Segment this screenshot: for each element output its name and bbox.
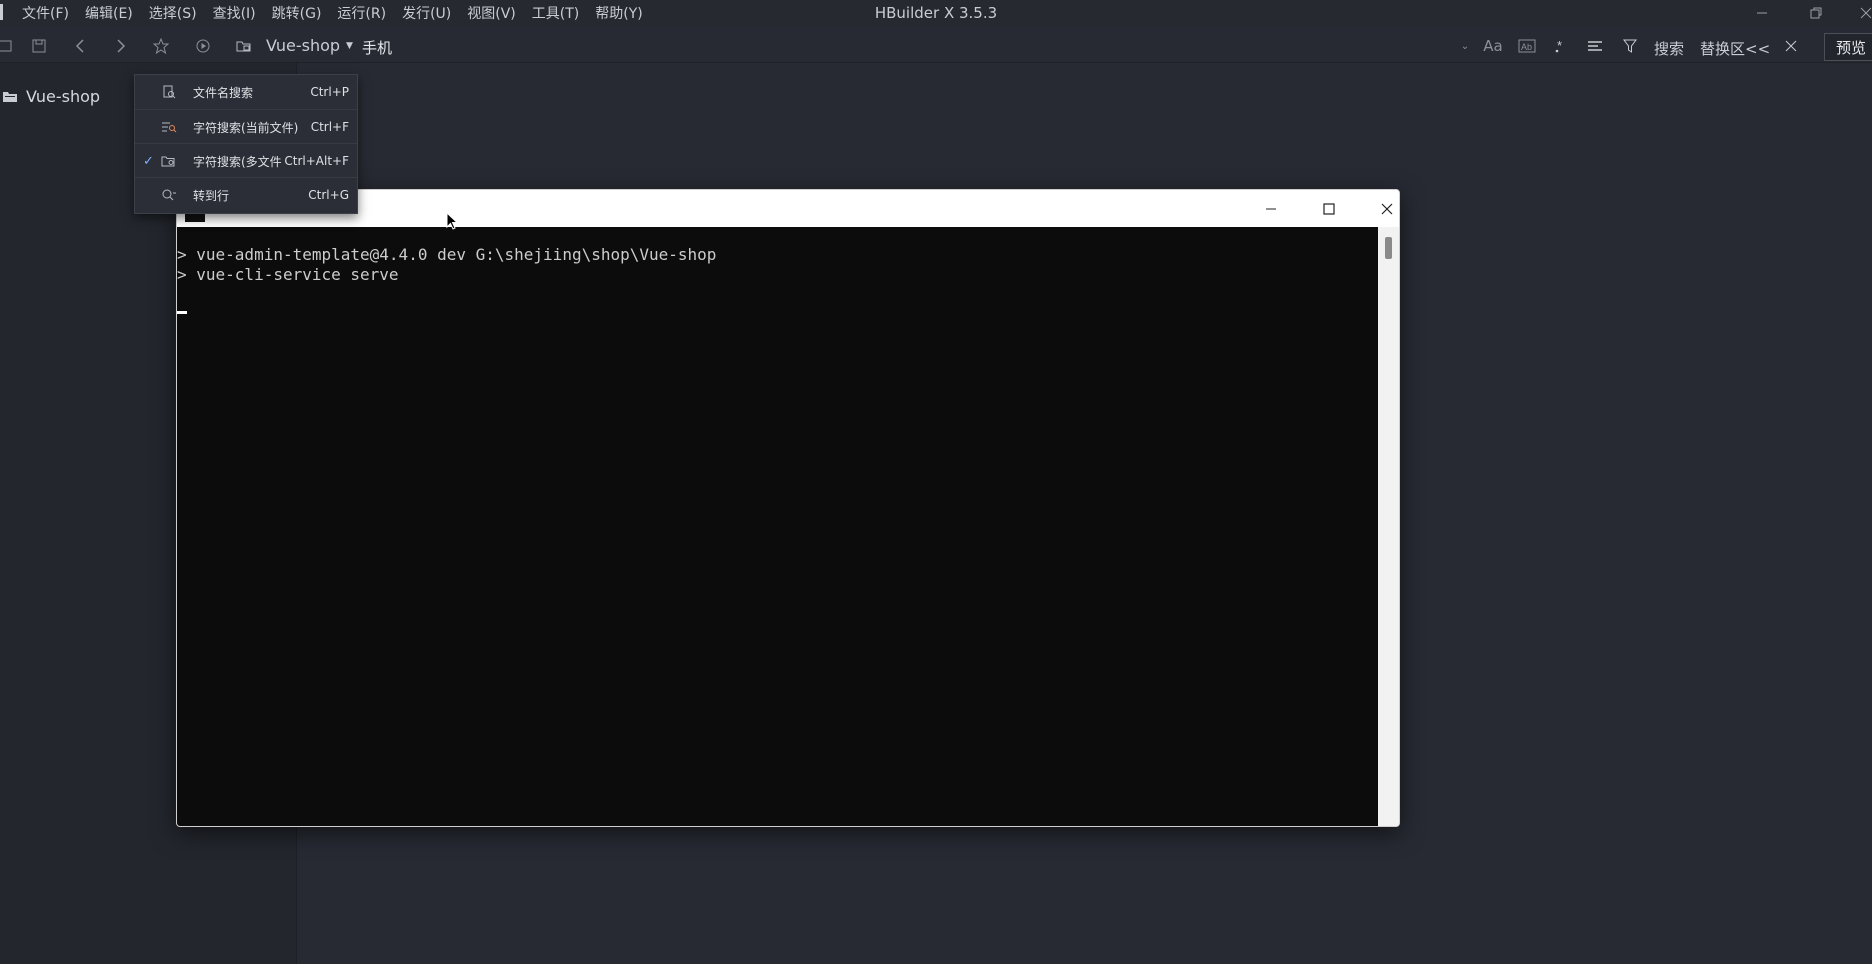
terminal-line: > vue-admin-template@4.4.0 dev G:\shejii…	[177, 245, 717, 264]
menu-item-shortcut: Ctrl+Alt+F	[284, 154, 349, 168]
folder-icon	[2, 90, 18, 102]
terminal-line: > vue-cli-service serve	[177, 265, 399, 284]
terminal-scrollbar[interactable]	[1378, 227, 1399, 826]
multi-file-search-icon	[161, 154, 177, 168]
project-icon[interactable]	[233, 36, 255, 56]
menu-item-shortcut: Ctrl+G	[308, 188, 349, 202]
menu-item-text-search-current[interactable]: 字符搜索(当前文件) Ctrl+F	[135, 109, 357, 144]
close-icon-search[interactable]	[1780, 36, 1802, 56]
replace-toggle[interactable]: 替换区<<	[1700, 38, 1770, 59]
menu-item-goto-line[interactable]: 转到行 Ctrl+G	[135, 177, 357, 212]
goto-line-icon	[161, 188, 177, 202]
search-button[interactable]: 搜索	[1654, 38, 1684, 59]
menu-item-shortcut: Ctrl+F	[310, 120, 349, 134]
preview-button[interactable]: 预览	[1824, 33, 1872, 61]
find-dropdown-menu: 文件名搜索 Ctrl+P 字符搜索(当前文件) Ctrl+F ✓ 字符搜索(多文…	[134, 74, 358, 214]
match-case-icon[interactable]: Aa	[1482, 36, 1504, 56]
back-icon[interactable]	[69, 36, 91, 56]
close-icon[interactable]	[1854, 2, 1872, 24]
menu-item-label: 文件名搜索	[193, 85, 254, 100]
menu-item-text-search-multi[interactable]: ✓ 字符搜索(多文件 Ctrl+Alt+F	[135, 143, 357, 178]
terminal-cursor	[177, 311, 187, 314]
align-icon[interactable]	[1584, 36, 1606, 56]
filter-icon[interactable]	[1619, 36, 1641, 56]
whole-word-icon[interactable]: Ab	[1516, 36, 1538, 56]
minimize-icon[interactable]	[1750, 2, 1774, 24]
restore-icon[interactable]	[1804, 2, 1828, 24]
menu-item-file-search[interactable]: 文件名搜索 Ctrl+P	[135, 75, 357, 109]
menu-item-label: 字符搜索(多文件	[193, 154, 282, 169]
scrollbar-thumb[interactable]	[1385, 237, 1392, 259]
save-icon[interactable]	[28, 36, 50, 56]
tree-item-label: Vue-shop	[26, 86, 101, 106]
menu-item-label: 转到行	[193, 188, 230, 203]
file-search-icon	[161, 85, 177, 99]
svg-text:Ab: Ab	[1521, 42, 1532, 52]
forward-icon[interactable]	[110, 36, 132, 56]
chevron-down-icon[interactable]: ▼	[346, 41, 353, 51]
regex-icon[interactable]: *	[1550, 36, 1572, 56]
device-selector[interactable]: 手机	[362, 37, 392, 58]
check-icon: ✓	[143, 153, 154, 169]
run-icon[interactable]	[192, 36, 214, 56]
app-title: HBuilder X 3.5.3	[874, 4, 998, 22]
text-search-icon	[161, 120, 177, 134]
tree-item-vue-shop[interactable]: Vue-shop	[0, 85, 100, 107]
chevron-down-icon-search[interactable]: ⌄	[1454, 36, 1476, 56]
sidebar-toggle-icon[interactable]	[0, 36, 16, 56]
terminal-titlebar[interactable]	[177, 190, 1399, 227]
minimize-icon-terminal[interactable]	[1251, 198, 1291, 220]
menu-item-shortcut: Ctrl+P	[310, 85, 349, 99]
menu-item-label: 字符搜索(当前文件)	[193, 120, 299, 135]
terminal-window: > vue-admin-template@4.4.0 dev G:\shejii…	[176, 189, 1400, 827]
maximize-icon-terminal[interactable]	[1309, 198, 1349, 220]
menubar: 文件(F) 编辑(E) 选择(S) 查找(I) 跳转(G) 运行(R) 发行(U…	[0, 0, 1872, 26]
close-icon-terminal[interactable]	[1367, 198, 1399, 220]
project-selector[interactable]: Vue-shop	[266, 36, 340, 55]
star-icon[interactable]	[150, 36, 172, 56]
terminal-output[interactable]: > vue-admin-template@4.4.0 dev G:\shejii…	[177, 227, 1378, 826]
mouse-cursor-icon	[446, 211, 459, 234]
